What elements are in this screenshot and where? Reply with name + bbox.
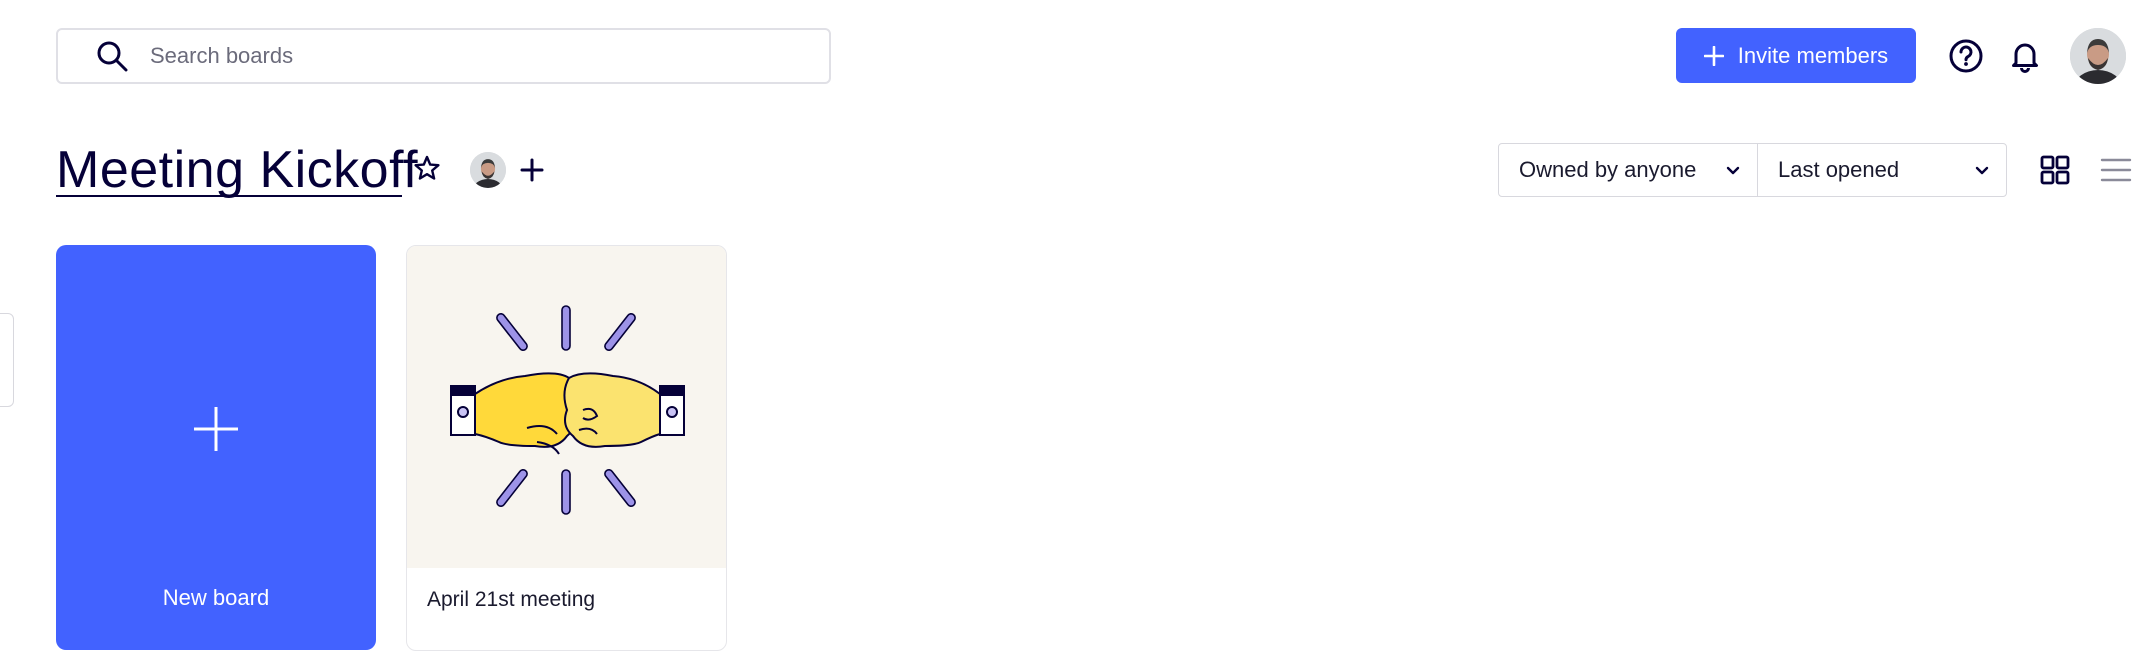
chevron-down-icon [1975, 166, 1989, 175]
list-view-button[interactable] [2096, 152, 2136, 188]
new-board-label: New board [162, 585, 270, 610]
board-name: April 21st meeting [427, 588, 596, 611]
plus-icon [520, 158, 544, 182]
search-icon [94, 38, 130, 74]
title-underline [56, 195, 402, 197]
invite-members-label: Invite members [1737, 42, 1889, 68]
owner-filter-value: Owned by anyone [1519, 157, 1697, 182]
question-circle-icon [1949, 39, 1983, 73]
plus-icon [194, 407, 238, 451]
search-bar[interactable] [56, 28, 831, 84]
page-title[interactable]: Meeting Kickoff [56, 138, 418, 202]
sort-value: Last opened [1778, 157, 1900, 182]
add-member-button[interactable] [516, 150, 548, 190]
board-thumbnail [407, 246, 726, 568]
sidebar-toggle[interactable] [0, 313, 14, 407]
board-member-avatar[interactable] [470, 152, 506, 188]
star-icon [414, 155, 440, 180]
grid-view-icon [2040, 155, 2070, 185]
invite-members-button[interactable]: Invite members [1676, 28, 1916, 83]
fist-bump-illustration [450, 305, 685, 515]
favorite-button[interactable] [410, 152, 444, 186]
boards-page: Invite members Meeting Kickoff [0, 0, 2146, 663]
list-view-icon [2100, 158, 2132, 182]
search-input[interactable] [150, 43, 790, 69]
help-button[interactable] [1944, 34, 1988, 78]
board-card[interactable]: April 21st meeting [406, 245, 727, 651]
bell-icon [2012, 43, 2038, 73]
plus-icon [1703, 45, 1724, 66]
sort-dropdown[interactable]: Last opened [1757, 143, 2007, 197]
chevron-down-icon [1726, 166, 1740, 175]
grid-view-button[interactable] [2035, 152, 2075, 188]
user-avatar-image [2070, 28, 2126, 84]
user-avatar[interactable] [2070, 28, 2126, 84]
new-board-card[interactable]: New board [56, 245, 376, 650]
owner-filter-dropdown[interactable]: Owned by anyone [1498, 143, 1758, 197]
member-avatar-image [470, 152, 506, 188]
notifications-button[interactable] [2003, 34, 2047, 78]
